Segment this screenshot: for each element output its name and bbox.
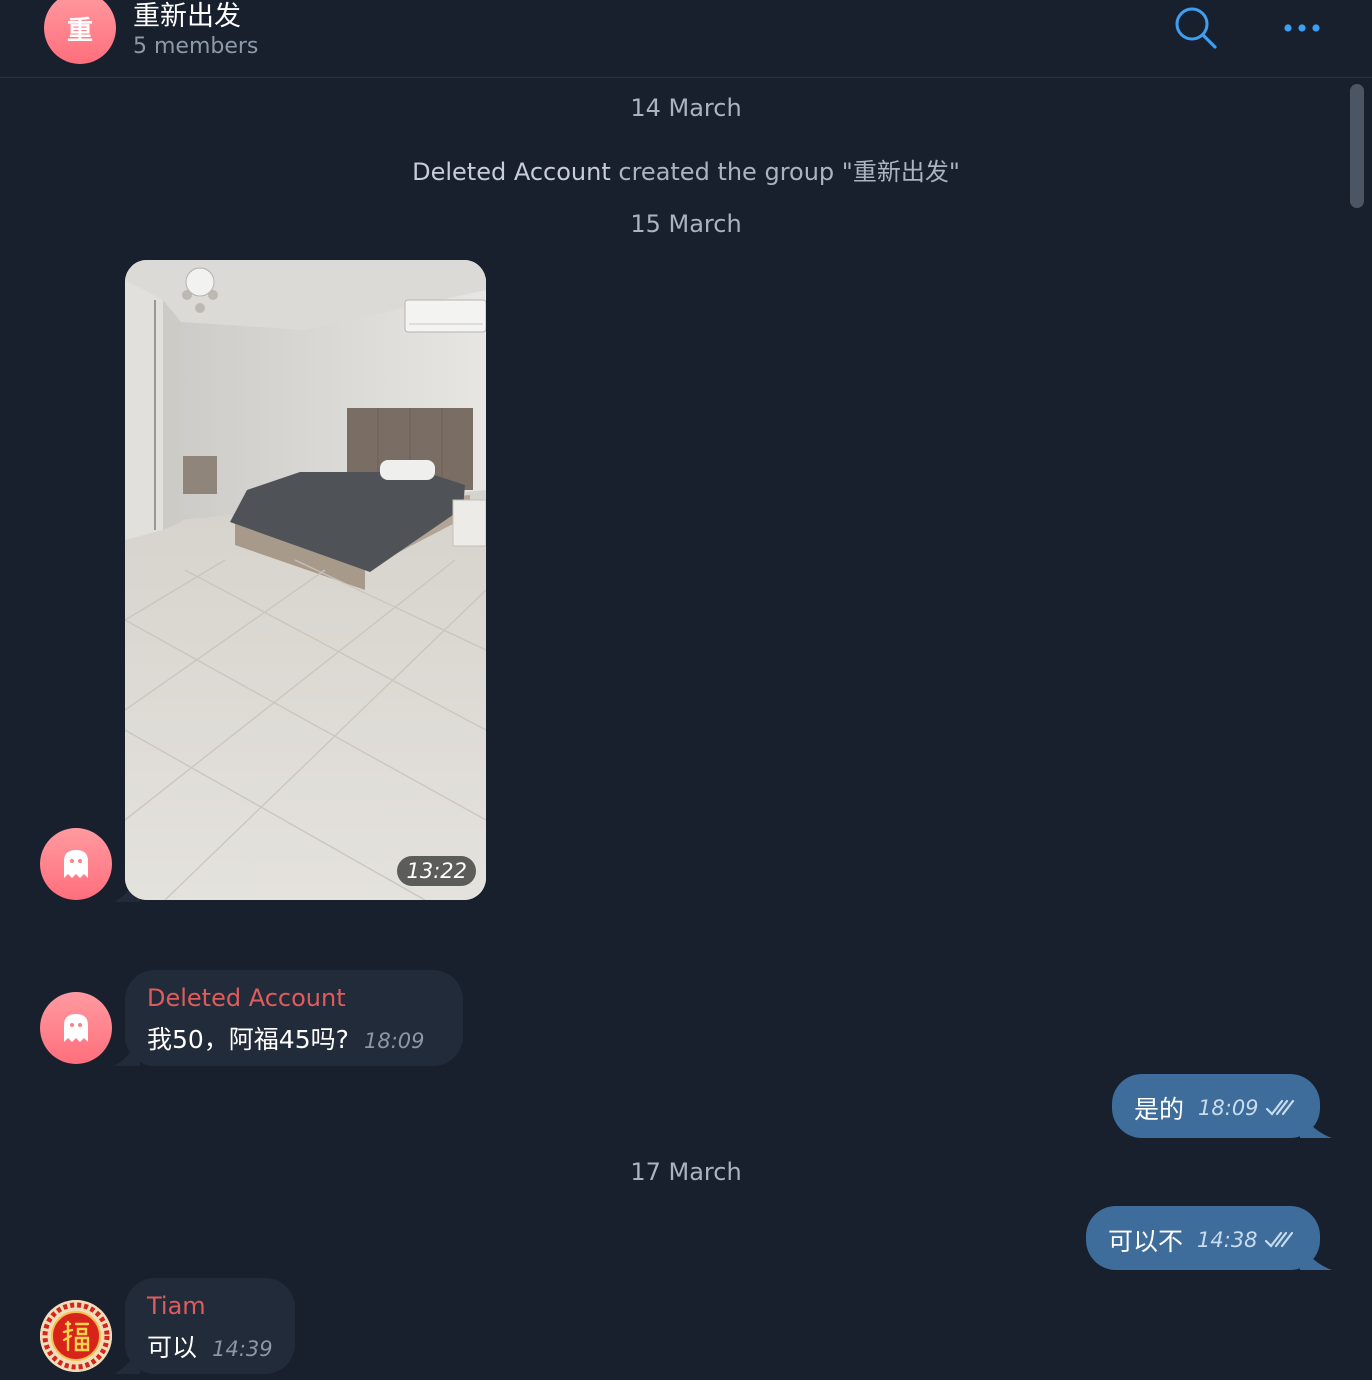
message-bubble[interactable]: Tiam 可以 14:39 <box>125 1278 295 1374</box>
message-text: 可以 <box>147 1333 198 1362</box>
more-dots-icon <box>1284 24 1320 32</box>
bedroom-photo <box>125 260 486 900</box>
sender-name[interactable]: Tiam <box>147 1292 206 1320</box>
message-bubble[interactable]: 是的 18:09 <box>1112 1074 1320 1138</box>
message-text: 我50，阿福45吗? <box>147 1025 349 1054</box>
message-text: 可以不 <box>1108 1227 1184 1256</box>
date-separator: 15 March <box>630 210 742 238</box>
date-separator: 17 March <box>630 1158 742 1186</box>
photo-timestamp: 13:22 <box>397 856 476 886</box>
search-button[interactable] <box>1170 4 1222 52</box>
chat-header: 重 重新出发 5 members <box>0 0 1372 78</box>
message-time: 18:09 <box>364 1029 425 1053</box>
more-options-button[interactable] <box>1276 8 1328 48</box>
date-separator: 14 March <box>630 94 742 122</box>
message-bubble[interactable]: 可以不 14:38 <box>1086 1206 1320 1270</box>
group-avatar-letter: 重 <box>66 15 93 46</box>
created-text: created the group "重新出发" <box>618 158 960 186</box>
message-time: 14:39 <box>212 1337 273 1361</box>
sender-avatar[interactable] <box>40 828 112 900</box>
message-time: 18:09 <box>1198 1096 1259 1120</box>
double-check-icon <box>1264 1231 1293 1248</box>
sender-name[interactable]: Deleted Account <box>147 984 346 1012</box>
double-check-icon <box>1265 1099 1294 1116</box>
sender-avatar[interactable] <box>40 992 112 1064</box>
member-count[interactable]: 5 members <box>133 34 258 59</box>
sender-avatar[interactable] <box>40 1300 112 1372</box>
message-text: 是的 <box>1134 1095 1185 1124</box>
chat-title[interactable]: 重新出发 <box>133 0 241 33</box>
message-bubble[interactable]: Deleted Account 我50，阿福45吗? 18:09 <box>125 970 463 1066</box>
group-created-notice: Deleted Account created the group "重新出发" <box>0 152 1372 187</box>
ghost-icon <box>64 1014 88 1042</box>
ghost-icon <box>64 850 88 878</box>
photo-message[interactable]: 13:22 <box>125 260 486 900</box>
fu-avatar-icon <box>40 1300 112 1372</box>
group-avatar[interactable]: 重 <box>44 0 116 64</box>
search-icon <box>1175 7 1217 49</box>
message-time: 14:38 <box>1197 1228 1258 1252</box>
created-by-link[interactable]: Deleted Account <box>412 158 611 186</box>
